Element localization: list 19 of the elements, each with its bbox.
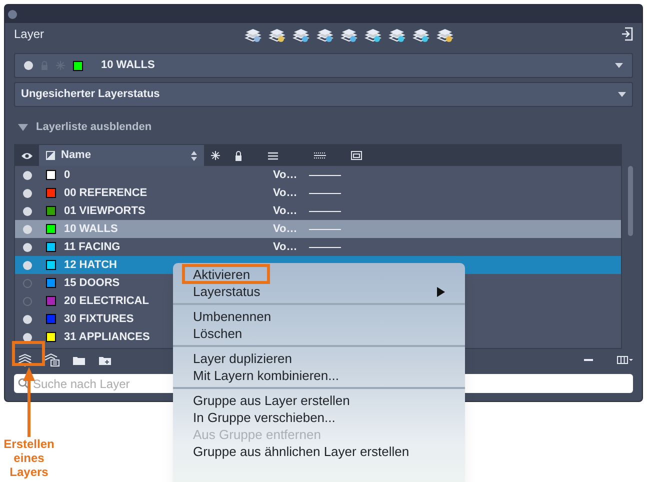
layer-name: 30 FIXTURES: [64, 312, 134, 327]
current-layer-name: 10 WALLS: [101, 58, 155, 74]
layer-name: 0: [64, 168, 70, 183]
linetype-value: Vo…: [273, 204, 298, 219]
layer-name: 20 ELECTRICAL: [64, 294, 149, 309]
layer-name: 10 WALLS: [64, 222, 118, 237]
layer-name: 15 DOORS: [64, 276, 120, 291]
callout-label: Erstellen eines Layers: [2, 437, 56, 479]
layer-state-value: Ungesicherter Layerstatus: [21, 87, 160, 102]
layer-name: 11 FACING: [64, 240, 120, 255]
linetype-value: Vo…: [273, 222, 298, 237]
linetype-value: Vo…: [273, 240, 298, 255]
layer-name: 12 HATCH: [64, 258, 117, 273]
layer-name: 01 VIEWPORTS: [64, 204, 146, 219]
panel-title: Layer: [14, 26, 44, 43]
linetype-value: Vo…: [273, 186, 298, 201]
layer-name: 00 REFERENCE: [64, 186, 148, 201]
layer-name: 31 APPLIANCES: [64, 330, 150, 345]
linetype-value: Vo…: [273, 168, 298, 183]
